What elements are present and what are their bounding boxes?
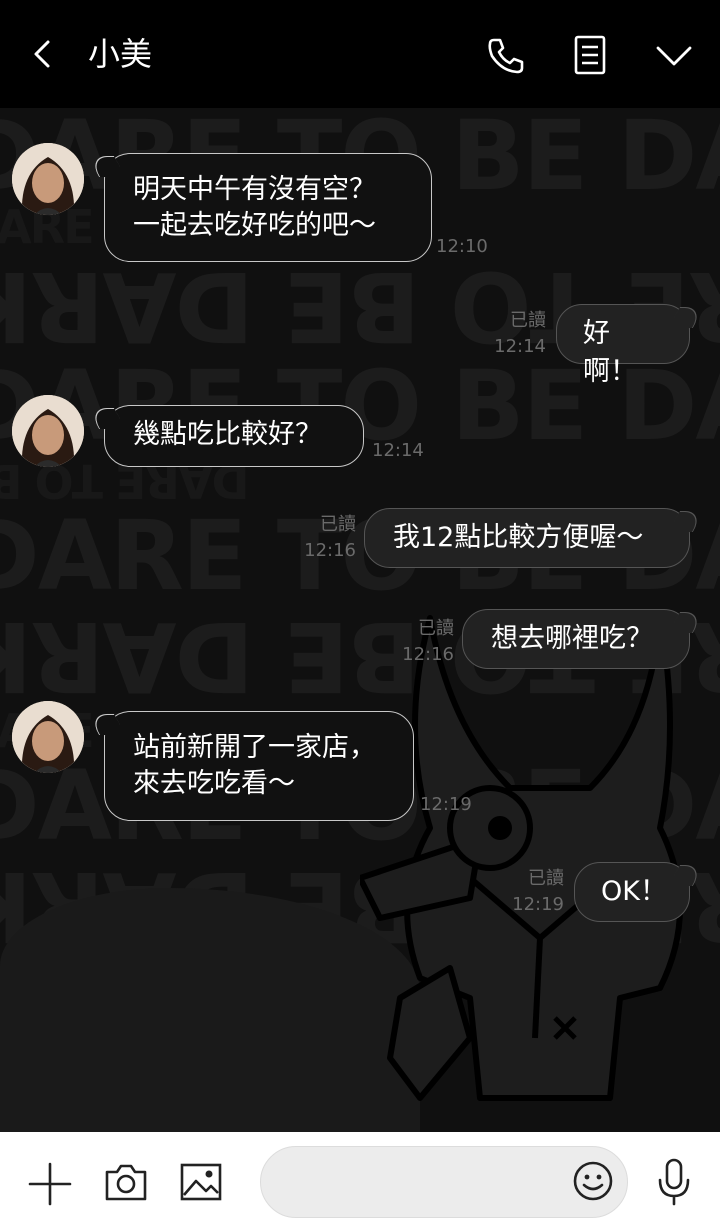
microphone-icon[interactable] <box>656 1158 692 1206</box>
message-meta: 已讀 12:16 <box>290 512 356 564</box>
message-time: 12:16 <box>304 540 356 561</box>
message-time: 12:14 <box>494 336 546 357</box>
contact-avatar[interactable] <box>12 395 84 467</box>
read-receipt: 已讀 <box>510 310 546 331</box>
chat-screen: DARE TO BE DARK DARE TO BE DARE TO BE DA… <box>0 0 720 1232</box>
read-receipt: 已讀 <box>320 514 356 535</box>
chevron-down-icon[interactable] <box>652 38 696 72</box>
message-input[interactable] <box>283 1163 567 1205</box>
chat-title: 小美 <box>88 35 153 73</box>
message-bubble-incoming[interactable]: 站前新開了一家店， 來去吃吃看～ <box>104 711 414 821</box>
message-bubble-outgoing[interactable]: 想去哪裡吃？ <box>462 609 690 669</box>
message-bubble-incoming[interactable]: 明天中午有沒有空？ 一起去吃好吃的吧～ <box>104 153 432 262</box>
phone-icon[interactable] <box>484 34 528 78</box>
message-meta: 已讀 12:14 <box>480 308 546 360</box>
notes-icon[interactable] <box>570 34 610 76</box>
contact-avatar[interactable] <box>12 143 84 215</box>
read-receipt: 已讀 <box>418 618 454 639</box>
emoji-icon[interactable] <box>572 1160 614 1202</box>
message-time: 12:19 <box>420 794 472 815</box>
message-bubble-outgoing[interactable]: 好啊！ <box>556 304 690 387</box>
message-meta: 已讀 12:19 <box>498 866 564 918</box>
camera-icon[interactable] <box>104 1162 148 1202</box>
image-icon[interactable] <box>180 1163 222 1201</box>
message-bubble-outgoing[interactable]: 我12點比較方便喔～ <box>364 508 690 568</box>
wallpaper-hill <box>0 888 420 1132</box>
message-meta: 已讀 12:16 <box>388 616 454 668</box>
message-time: 12:14 <box>372 440 424 461</box>
message-time: 12:19 <box>512 894 564 915</box>
plus-icon[interactable] <box>28 1162 72 1206</box>
chevron-left-icon[interactable] <box>24 30 60 78</box>
chat-header: 小美 <box>0 0 720 108</box>
message-time: 12:10 <box>436 236 488 257</box>
message-bubble-incoming[interactable]: 幾點吃比較好？ <box>104 405 364 467</box>
message-bubble-outgoing[interactable]: OK！ <box>574 862 690 922</box>
message-time: 12:16 <box>402 644 454 665</box>
read-receipt: 已讀 <box>528 868 564 889</box>
contact-avatar[interactable] <box>12 701 84 773</box>
